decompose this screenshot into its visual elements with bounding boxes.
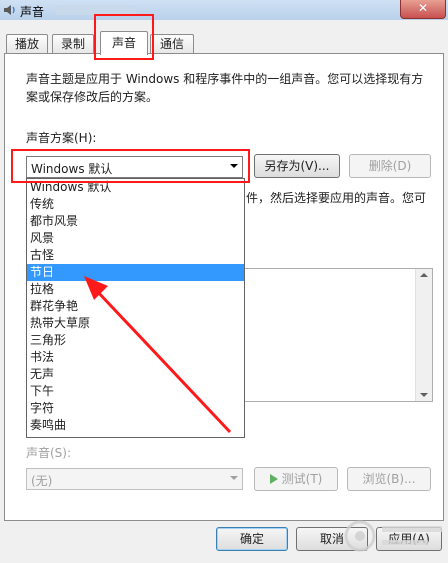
close-icon: ✕ bbox=[417, 1, 429, 15]
scheme-label: 声音方案(H): bbox=[26, 131, 97, 145]
delete-button[interactable]: 删除(D) bbox=[349, 154, 431, 178]
scroll-down-icon bbox=[420, 393, 428, 397]
tab-label: 通信 bbox=[159, 37, 184, 51]
title-blur bbox=[56, 5, 136, 15]
watermark-logo-icon bbox=[344, 520, 442, 552]
scroll-up-icon bbox=[420, 273, 428, 277]
scheme-option[interactable]: 三角形 bbox=[27, 332, 244, 349]
speaker-icon bbox=[4, 5, 15, 15]
scheme-option[interactable]: 字符 bbox=[27, 400, 244, 417]
sound-label: 声音(S): bbox=[26, 446, 72, 460]
program-events-text: 件，然后选择要应用的声音。您可 bbox=[246, 191, 427, 205]
test-label: 测试(T) bbox=[281, 472, 323, 486]
events-scrollbar[interactable] bbox=[415, 269, 432, 401]
scheme-option[interactable]: 无声 bbox=[27, 366, 244, 383]
close-button[interactable]: ✕ bbox=[400, 0, 446, 19]
scheme-selected-value: Windows 默认 bbox=[31, 162, 113, 176]
scheme-option[interactable]: 书法 bbox=[27, 349, 244, 366]
scheme-option[interactable]: Windows 默认 bbox=[27, 179, 244, 196]
scheme-option[interactable]: 古怪 bbox=[27, 247, 244, 264]
description-text: 声音主题是应用于 Windows 和程序事件中的一组声音。您可以选择现有方案或保… bbox=[26, 72, 424, 104]
sound-combobox[interactable]: (无) bbox=[26, 468, 243, 490]
scheme-option[interactable]: 热带大草原 bbox=[27, 315, 244, 332]
tab-label: 录制 bbox=[60, 37, 85, 51]
scheme-option[interactable]: 节日 bbox=[27, 264, 244, 281]
sound-value: (无) bbox=[31, 474, 53, 488]
scheme-dropdown-list[interactable]: Windows 默认 传统 都市风景 风景 古怪 节日 拉格 群花争艳 热带大草原 三角形 书法 无声… bbox=[26, 178, 245, 438]
scheme-option[interactable]: 都市风景 bbox=[27, 213, 244, 230]
scheme-option[interactable]: 风景 bbox=[27, 230, 244, 247]
save-as-button[interactable]: 另存为(V)... bbox=[254, 154, 340, 178]
play-icon bbox=[269, 474, 278, 484]
scheme-combobox[interactable]: Windows 默认 bbox=[26, 156, 243, 178]
scheme-option[interactable]: 奏鸣曲 bbox=[27, 417, 244, 434]
scheme-option[interactable]: 拉格 bbox=[27, 281, 244, 298]
tab-sounds[interactable]: 声音 bbox=[100, 31, 148, 55]
tab-playback[interactable]: 播放 bbox=[6, 34, 48, 54]
scheme-option[interactable]: 下午 bbox=[27, 383, 244, 400]
chevron-down-icon bbox=[230, 164, 238, 168]
tab-recording[interactable]: 录制 bbox=[52, 34, 94, 54]
scheme-option[interactable]: 群花争艳 bbox=[27, 298, 244, 315]
chevron-down-icon bbox=[230, 476, 238, 480]
tab-label: 声音 bbox=[111, 36, 136, 50]
browse-button[interactable]: 浏览(B)... bbox=[347, 467, 431, 491]
tab-communications[interactable]: 通信 bbox=[150, 34, 194, 54]
window-title: 声音 bbox=[20, 5, 45, 19]
ok-button[interactable]: 确定 bbox=[216, 527, 288, 551]
scheme-option[interactable]: 传统 bbox=[27, 196, 244, 213]
test-button[interactable]: 测试(T) bbox=[254, 467, 338, 491]
tab-label: 播放 bbox=[14, 37, 39, 51]
